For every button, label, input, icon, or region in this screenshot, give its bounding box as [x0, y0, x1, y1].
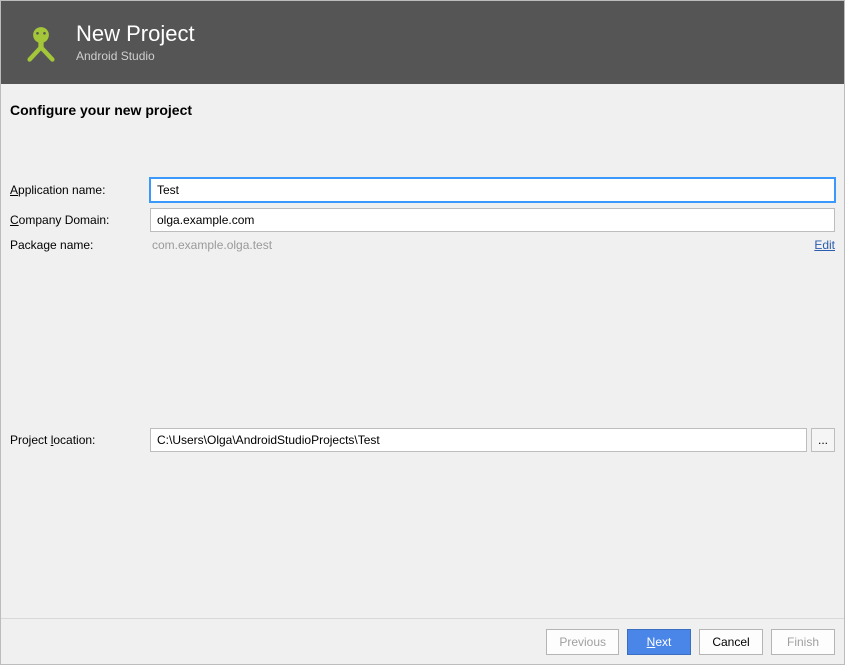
project-location-label: Project location: [10, 433, 150, 447]
app-name-input[interactable] [150, 178, 835, 202]
app-name-label: Application name: [10, 183, 150, 197]
section-title: Configure your new project [10, 102, 835, 118]
package-name-label: Package name: [10, 238, 150, 252]
edit-package-link[interactable]: Edit [814, 238, 835, 252]
company-domain-input[interactable] [150, 208, 835, 232]
project-location-input[interactable] [150, 428, 807, 452]
dialog-subtitle: Android Studio [76, 49, 195, 63]
company-domain-label: Company Domain: [10, 213, 150, 227]
next-button[interactable]: Next [627, 629, 691, 655]
dialog-content: Configure your new project Application n… [0, 84, 845, 452]
package-name-value: com.example.olga.test [150, 238, 804, 252]
cancel-button[interactable]: Cancel [699, 629, 763, 655]
dialog-title: New Project [76, 21, 195, 47]
android-studio-icon [20, 21, 62, 63]
previous-button: Previous [546, 629, 619, 655]
dialog-header: New Project Android Studio [0, 0, 845, 84]
browse-button[interactable]: ... [811, 428, 835, 452]
dialog-footer: Previous Next Cancel Finish [0, 618, 845, 665]
finish-button: Finish [771, 629, 835, 655]
